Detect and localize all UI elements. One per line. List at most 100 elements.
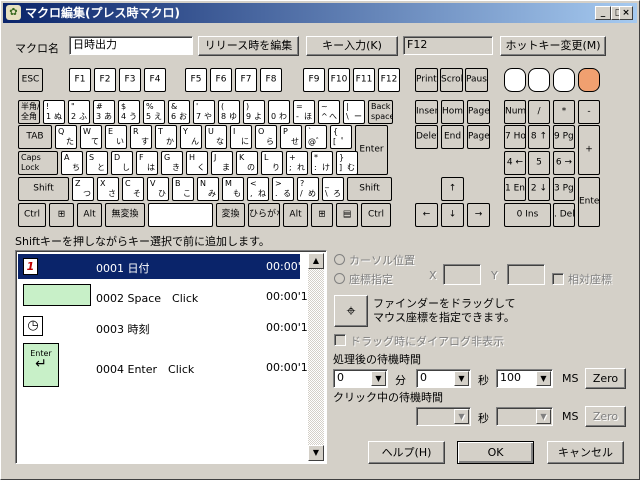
key-row3-4[interactable]: Fは — [136, 151, 158, 175]
key-row1-10[interactable]: 0わ — [268, 100, 290, 124]
key-muhenkan[interactable]: 無変換 — [105, 203, 145, 227]
key-row1-1[interactable]: ! 1 ぬ — [43, 100, 65, 124]
list-item[interactable]: ◷ 0003 時刻 00:00'1 — [18, 313, 308, 341]
list-item[interactable]: 0002 Space Click 00:00'1 — [18, 281, 308, 311]
key-insert[interactable]: Insert — [415, 100, 438, 124]
key-row2-2[interactable]: Wて — [80, 125, 102, 149]
key-numpad-7[interactable]: + — [578, 125, 600, 175]
key-row1-6[interactable]: & 6 お — [168, 100, 190, 124]
key-arrow-up[interactable]: ↑ — [441, 177, 464, 201]
key-row4-0[interactable]: Shift — [18, 177, 69, 201]
ok-button[interactable]: OK — [457, 441, 534, 464]
key-row3-10[interactable]: +; れ — [286, 151, 308, 175]
key-row4-11[interactable]: _ \ ろ — [322, 177, 344, 201]
key-f4[interactable]: F4 — [144, 68, 166, 92]
key-row4-7[interactable]: Mも — [222, 177, 244, 201]
key-row2-11[interactable]: ` @ ゛ — [305, 125, 327, 149]
scroll-up-button[interactable]: ▲ — [308, 253, 324, 269]
wait-after-zero-button[interactable]: Zero — [585, 368, 626, 389]
key-row1-2[interactable]: " 2 ふ — [68, 100, 90, 124]
key-f6[interactable]: F6 — [210, 68, 232, 92]
key-win-r[interactable]: ⊞ — [311, 203, 333, 227]
key-row1-14[interactable]: Back space — [368, 100, 393, 124]
key-row4-1[interactable]: Zつ — [72, 177, 94, 201]
key-row3-1[interactable]: Aち — [61, 151, 83, 175]
key-arrow-right[interactable]: → — [467, 203, 490, 227]
key-f1[interactable]: F1 — [69, 68, 91, 92]
key-row1-13[interactable]: | \ ー — [343, 100, 365, 124]
key-arrow-down[interactable]: ↓ — [441, 203, 464, 227]
list-item[interactable]: Enter ↵ 0004 Enter Click 00:00'1 — [18, 343, 308, 389]
key-f8[interactable]: F8 — [260, 68, 282, 92]
wait-click-seconds-select[interactable]: ▼ — [416, 407, 471, 426]
key-row1-11[interactable]: = - ほ — [293, 100, 315, 124]
key-row3-11[interactable]: *: け — [311, 151, 333, 175]
cursor-position-radio[interactable] — [334, 254, 345, 265]
key-arrow-left[interactable]: ← — [415, 203, 438, 227]
key-row2-8[interactable]: Iに — [230, 125, 252, 149]
key-numpad-4[interactable]: 7 Home — [504, 125, 526, 149]
list-scrollbar[interactable]: ▲ ▼ — [308, 253, 324, 461]
key-row1-12[interactable]: ~ ^ へ — [318, 100, 340, 124]
key-row4-10[interactable]: ? / め — [297, 177, 319, 201]
key-henkan[interactable]: 変換 — [216, 203, 245, 227]
key-f5[interactable]: F5 — [185, 68, 207, 92]
key-delete[interactable]: Delete — [415, 125, 438, 149]
key-row3-9[interactable]: Lり — [261, 151, 283, 175]
wait-after-ms-select[interactable]: 100 ▼ — [496, 369, 553, 388]
key-row2-13[interactable]: Enter — [355, 125, 388, 175]
key-numpad-12[interactable]: 2 ↓ — [528, 177, 550, 201]
key-row2-9[interactable]: Oら — [255, 125, 277, 149]
key-row3-6[interactable]: Hく — [186, 151, 208, 175]
key-win[interactable]: ⊞ — [49, 203, 74, 227]
x-coordinate-input[interactable] — [443, 264, 481, 285]
key-row2-6[interactable]: Yん — [180, 125, 202, 149]
key-row4-3[interactable]: Cそ — [122, 177, 144, 201]
hide-dialog-checkbox[interactable] — [334, 334, 346, 346]
key-f2[interactable]: F2 — [94, 68, 116, 92]
key-space[interactable] — [148, 203, 213, 227]
key-numpad-0[interactable]: Num Lock — [504, 100, 526, 124]
wait-after-minutes-select[interactable]: 0 ▼ — [333, 369, 388, 388]
key-numpad-16[interactable]: . Del — [553, 203, 575, 227]
key-row1-8[interactable]: (8 ゆ — [218, 100, 240, 124]
coordinate-radio[interactable] — [334, 273, 345, 284]
key-f7[interactable]: F7 — [235, 68, 257, 92]
key-row1-4[interactable]: $4 う — [118, 100, 140, 124]
key-scroll-lock[interactable]: Scroll Lock — [440, 68, 463, 92]
relative-coord-checkbox[interactable] — [552, 273, 564, 285]
key-row3-3[interactable]: Dし — [111, 151, 133, 175]
key-row4-6[interactable]: Nみ — [197, 177, 219, 201]
key-row4-2[interactable]: Xさ — [97, 177, 119, 201]
key-pause[interactable]: Pause — [465, 68, 488, 92]
key-row1-9[interactable]: ) 9 よ — [243, 100, 265, 124]
key-alt[interactable]: Alt — [77, 203, 102, 227]
key-row2-5[interactable]: Tか — [155, 125, 177, 149]
key-row3-5[interactable]: Gき — [161, 151, 183, 175]
key-row4-5[interactable]: Bこ — [172, 177, 194, 201]
key-numpad-13[interactable]: 3 PgDn — [553, 177, 575, 201]
key-row4-12[interactable]: Shift — [347, 177, 392, 201]
key-row4-8[interactable]: <, ね — [247, 177, 269, 201]
key-row1-7[interactable]: ' 7 や — [193, 100, 215, 124]
y-coordinate-input[interactable] — [507, 264, 545, 285]
key-row2-0[interactable]: TAB — [18, 125, 52, 149]
wait-click-ms-select[interactable]: ▼ — [496, 407, 553, 426]
cancel-button[interactable]: キャンセル — [547, 441, 624, 464]
key-numpad-2[interactable]: * — [553, 100, 575, 124]
key-row1-5[interactable]: % 5 え — [143, 100, 165, 124]
list-item[interactable]: 1 0001 日付 00:00'0 — [18, 254, 308, 279]
mouse-button-icon[interactable] — [504, 68, 526, 92]
key-row4-4[interactable]: Vひ — [147, 177, 169, 201]
scroll-down-button[interactable]: ▼ — [308, 445, 324, 461]
key-row3-8[interactable]: Kの — [236, 151, 258, 175]
minimize-button[interactable]: _ — [595, 6, 611, 20]
key-numpad-11[interactable]: 1 End — [504, 177, 526, 201]
key-row3-12[interactable]: }] む — [336, 151, 358, 175]
key-numpad-9[interactable]: 5 — [528, 151, 550, 175]
key-f3[interactable]: F3 — [119, 68, 141, 92]
mouse-button-icon[interactable] — [528, 68, 550, 92]
key-home[interactable]: Home — [441, 100, 464, 124]
key-f9[interactable]: F9 — [303, 68, 325, 92]
key-numpad-6[interactable]: 9 PgUp — [553, 125, 575, 149]
